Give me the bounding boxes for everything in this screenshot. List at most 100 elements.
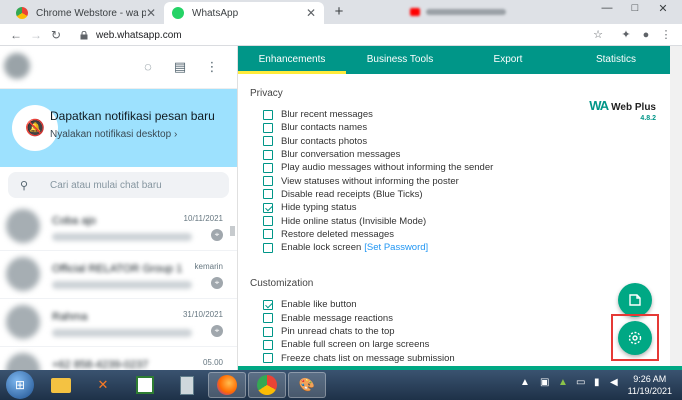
new-tab-button[interactable]: + (330, 3, 348, 21)
extensions-puzzle-icon[interactable]: ✦ (618, 27, 634, 43)
chrome-menu-icon[interactable]: ⋮ (658, 27, 674, 43)
tray-app-icon[interactable]: ▣ (540, 377, 549, 388)
forward-arrow-icon[interactable]: → (28, 27, 44, 43)
xampp-icon[interactable]: ✕ (84, 372, 122, 398)
maximize-button[interactable]: □ (626, 2, 644, 14)
show-hidden-icons[interactable]: ▲ (520, 377, 530, 388)
checkbox[interactable] (263, 353, 273, 364)
chat-time: kemarin (194, 262, 223, 271)
option-label: Enable lock screen (281, 242, 362, 254)
start-button[interactable]: ⊞ (6, 371, 34, 399)
privacy-options: Blur recent messages Blur contacts names B… (250, 108, 658, 254)
menu-icon[interactable]: ⋮ (204, 59, 220, 75)
close-tab-icon[interactable]: ✕ (306, 6, 316, 20)
profile-avatar-icon[interactable]: ● (638, 27, 654, 43)
sidebar-scrollbar[interactable] (230, 226, 235, 236)
search-placeholder: Cari atau mulai chat baru (50, 179, 162, 191)
checkbox[interactable] (263, 242, 273, 253)
tab-whatsapp[interactable]: WhatsApp ✕ (164, 2, 324, 24)
set-password-link[interactable]: [Set Password] (364, 242, 428, 253)
pin-icon: ⌖ (211, 277, 223, 289)
panel-scrollbar[interactable] (670, 46, 682, 370)
checkbox[interactable] (263, 122, 273, 133)
tab-statistics[interactable]: Statistics (562, 46, 670, 74)
file-explorer-icon[interactable] (42, 372, 80, 398)
tray-network-app-icon[interactable]: ▲ (558, 377, 568, 388)
action-center-icon[interactable]: ▭ (576, 377, 585, 388)
option-row[interactable]: Enable like button (263, 298, 658, 311)
option-label: Freeze chats list on message submission (281, 352, 455, 364)
checkbox[interactable] (263, 162, 273, 173)
option-label: Disable read receipts (Blue Ticks) (281, 188, 423, 200)
calculator-icon[interactable] (168, 372, 206, 398)
chrome-icon[interactable] (248, 372, 286, 398)
checkbox[interactable] (263, 176, 273, 187)
option-row[interactable]: Blur contacts photos (263, 135, 658, 148)
firefox-icon[interactable] (208, 372, 246, 398)
checkbox[interactable] (263, 109, 273, 120)
option-label: Play audio messages without informing th… (281, 162, 494, 174)
option-row[interactable]: Hide online status (Invisible Mode) (263, 214, 658, 227)
lock-icon (80, 30, 88, 39)
checkbox[interactable] (263, 189, 273, 200)
checkbox[interactable] (263, 202, 273, 213)
task-manager-icon[interactable] (126, 372, 164, 398)
taskbar-clock[interactable]: 9:26 AM 11/19/2021 (628, 373, 672, 397)
search-input[interactable]: ⚲ Cari atau mulai chat baru (8, 172, 229, 198)
checkbox[interactable] (263, 313, 273, 324)
option-label: Blur conversation messages (281, 149, 401, 161)
list-item[interactable]: +62 858-4239-0237 05.00 (0, 347, 237, 370)
status-icon[interactable]: ◌ (140, 59, 156, 75)
option-row[interactable]: Enable message reactions (263, 312, 658, 325)
back-arrow-icon[interactable]: ← (8, 27, 24, 43)
avatar (6, 353, 40, 370)
chat-name: +62 858-4239-0237 (52, 359, 149, 370)
checkbox[interactable] (263, 339, 273, 350)
avatar[interactable] (4, 53, 30, 79)
volume-icon[interactable]: ◀ (610, 377, 618, 388)
close-tab-icon[interactable]: ✕ (146, 6, 156, 20)
option-row[interactable]: Pin unread chats to the top (263, 325, 658, 338)
address-bar[interactable]: web.whatsapp.com (70, 26, 610, 44)
list-item[interactable]: Coba ajo 10/11/2021 ⌖ (0, 203, 237, 251)
search-icon: ⚲ (20, 179, 29, 192)
checkbox[interactable] (263, 326, 273, 337)
bookmark-star-icon[interactable]: ☆ (590, 27, 606, 43)
tab-enhancements[interactable]: Enhancements (238, 46, 346, 74)
option-row[interactable]: Blur conversation messages (263, 148, 658, 161)
option-label: Restore deleted messages (281, 228, 395, 240)
chat-name: Coba ajo (52, 215, 97, 227)
enhancements-content: WA Web Plus 4.8.2 Privacy Blur recent mes… (238, 88, 670, 365)
option-row[interactable]: View statuses without informing the post… (263, 174, 658, 187)
list-item[interactable]: Rahma 31/10/2021 ⌖ (0, 299, 237, 347)
youtube-icon (410, 8, 420, 16)
tab-chrome-webstore[interactable]: Chrome Webstore - wa plus ✕ (8, 2, 164, 24)
network-icon[interactable]: ▮ (594, 377, 600, 388)
option-row[interactable]: Play audio messages without informing th… (263, 161, 658, 174)
list-item[interactable]: Official RELATOR Group 1 kemarin ⌖ (0, 251, 237, 299)
sticker-button[interactable] (618, 283, 652, 317)
reload-icon[interactable]: ↻ (48, 27, 64, 43)
minimize-button[interactable]: — (598, 2, 616, 14)
option-row[interactable]: Enable full screen on large screens (263, 338, 658, 351)
checkbox[interactable] (263, 149, 273, 160)
tab-business-tools[interactable]: Business Tools (346, 46, 454, 74)
chat-time: 05.00 (202, 358, 223, 367)
close-window-button[interactable]: ✕ (654, 2, 672, 15)
background-tab[interactable] (410, 4, 520, 20)
checkbox[interactable] (263, 299, 273, 310)
desktop-notification-banner[interactable]: 🔕 Dapatkan notifikasi pesan baru Nyalaka… (0, 89, 237, 167)
option-row[interactable]: Freeze chats list on message submission (263, 351, 658, 364)
checkbox[interactable] (263, 136, 273, 147)
checkbox[interactable] (263, 229, 273, 240)
option-row[interactable]: Enable lock screen [Set Password] (263, 241, 658, 254)
option-row[interactable]: Restore deleted messages (263, 228, 658, 241)
paint-icon[interactable]: 🎨 (288, 372, 326, 398)
tab-export[interactable]: Export (454, 46, 562, 74)
option-row[interactable]: Blur contacts names (263, 121, 658, 134)
new-chat-icon[interactable]: ▤ (172, 59, 188, 75)
option-row[interactable]: Disable read receipts (Blue Ticks) (263, 188, 658, 201)
checkbox[interactable] (263, 216, 273, 227)
enable-notifications-link[interactable]: Nyalakan notifikasi desktop › (50, 129, 177, 140)
option-row[interactable]: Hide typing status (263, 201, 658, 214)
